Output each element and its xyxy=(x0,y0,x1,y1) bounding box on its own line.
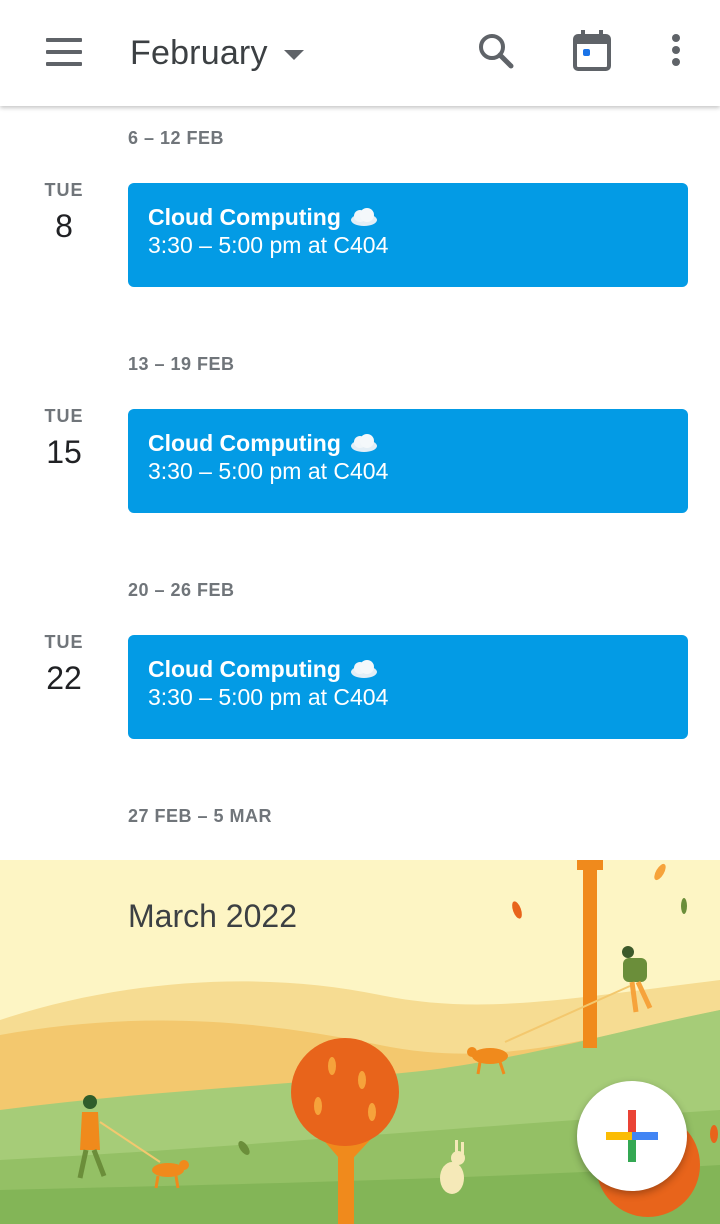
day-abbr: TUE xyxy=(44,180,84,200)
event-details: 3:30 – 5:00 pm at C404 xyxy=(148,458,389,484)
month-selector[interactable]: February xyxy=(130,28,304,78)
dropdown-caret-icon xyxy=(283,50,304,60)
event-card[interactable]: Cloud Computing 3:30 – 5:00 pm at C404 xyxy=(128,409,688,513)
day-abbr: TUE xyxy=(44,632,84,652)
cloud-icon xyxy=(350,660,377,678)
event-title: Cloud Computing xyxy=(148,656,341,682)
create-plus-icon xyxy=(606,1110,658,1162)
more-options-button[interactable] xyxy=(650,26,702,78)
cloud-icon xyxy=(350,208,377,226)
search-icon xyxy=(479,34,514,69)
week-range-label: 13 – 19 FEB xyxy=(128,354,235,374)
event-card[interactable]: Cloud Computing 3:30 – 5:00 pm at C404 xyxy=(128,183,688,287)
calendar-today-icon xyxy=(573,30,611,71)
day-number[interactable]: 8 xyxy=(28,208,100,245)
more-vert-icon xyxy=(672,34,680,66)
month-title: February xyxy=(130,33,268,72)
event-title: Cloud Computing xyxy=(148,430,341,456)
day-number[interactable]: 15 xyxy=(28,434,100,471)
month-banner-title: March 2022 xyxy=(128,898,297,934)
menu-icon-line xyxy=(46,62,82,66)
menu-icon-line xyxy=(46,38,82,42)
search-button[interactable] xyxy=(470,26,522,78)
event-title-row: Cloud Computing xyxy=(148,655,668,683)
week-range-label: 20 – 26 FEB xyxy=(128,580,235,600)
today-button[interactable] xyxy=(566,26,618,78)
event-details: 3:30 – 5:00 pm at C404 xyxy=(148,684,389,710)
create-event-fab[interactable] xyxy=(577,1081,687,1191)
menu-button[interactable] xyxy=(38,32,90,72)
event-title: Cloud Computing xyxy=(148,204,341,230)
day-number[interactable]: 22 xyxy=(28,660,100,697)
day-abbr: TUE xyxy=(44,406,84,426)
menu-icon-line xyxy=(46,50,82,54)
event-title-row: Cloud Computing xyxy=(148,203,668,231)
event-title-row: Cloud Computing xyxy=(148,429,668,457)
event-details: 3:30 – 5:00 pm at C404 xyxy=(148,232,389,258)
week-range-label: 27 FEB – 5 MAR xyxy=(128,806,273,826)
cloud-icon xyxy=(350,434,377,452)
event-card[interactable]: Cloud Computing 3:30 – 5:00 pm at C404 xyxy=(128,635,688,739)
week-range-label: 6 – 12 FEB xyxy=(128,128,225,148)
app-bar: February xyxy=(0,0,720,106)
